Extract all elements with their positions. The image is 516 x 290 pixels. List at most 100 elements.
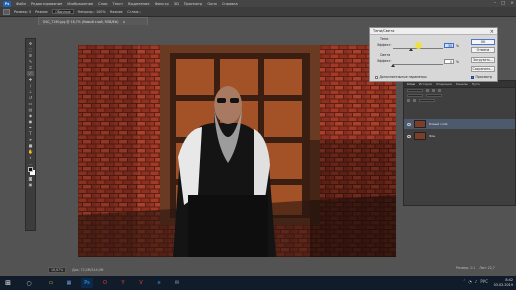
- healing-tool-icon[interactable]: ✚: [27, 77, 34, 82]
- layer-row[interactable]: Фон: [404, 131, 515, 141]
- brush-preset-icon[interactable]: [3, 8, 10, 15]
- menu-filter[interactable]: Фильтр: [155, 2, 169, 6]
- tab-layers[interactable]: Слои: [407, 82, 415, 86]
- lock-pixels-icon[interactable]: [407, 99, 410, 102]
- pressure-option[interactable]: Нажим:: [110, 10, 124, 14]
- doc-info[interactable]: Док: 72,0М/144,0М: [72, 268, 103, 272]
- amount2-slider-track[interactable]: [393, 64, 443, 65]
- amount2-input[interactable]: 0: [444, 59, 454, 64]
- filter-adjust-icon[interactable]: [432, 89, 435, 92]
- menu-select[interactable]: Выделение: [128, 2, 149, 6]
- preview-checkbox-box[interactable]: [471, 75, 474, 79]
- menu-view[interactable]: Просмотр: [184, 2, 202, 6]
- blend-mode-select[interactable]: [407, 94, 423, 97]
- amount1-slider-thumb[interactable]: [408, 48, 413, 51]
- visibility-eye-icon[interactable]: [407, 122, 411, 126]
- history-brush-tool-icon[interactable]: ↺: [27, 95, 34, 100]
- yandex-icon[interactable]: Y: [117, 278, 129, 288]
- quick-select-tool-icon[interactable]: ✎: [27, 59, 34, 64]
- type-tool-icon[interactable]: T: [27, 131, 34, 136]
- eraser-tool-icon[interactable]: ▭: [27, 101, 34, 106]
- zoom-tool-icon[interactable]: ⌕: [27, 155, 34, 160]
- visibility-eye-icon[interactable]: [407, 134, 411, 138]
- opacity-option[interactable]: Непрозр.: 100%: [78, 10, 106, 14]
- size-option[interactable]: Размер: 5: [14, 10, 31, 14]
- tab-channels[interactable]: Каналы: [456, 82, 468, 86]
- filter-pixel-icon[interactable]: [426, 89, 429, 92]
- search-icon[interactable]: ○: [16, 276, 42, 290]
- vivaldi-icon[interactable]: V: [135, 278, 147, 288]
- edge-icon[interactable]: e: [153, 278, 165, 288]
- fill-field[interactable]: [419, 99, 435, 102]
- store-icon[interactable]: ▦: [63, 278, 75, 288]
- menu-image[interactable]: Изображение: [67, 2, 93, 6]
- move-tool-icon[interactable]: ✥: [27, 41, 34, 46]
- close-window-icon[interactable]: ×: [510, 1, 514, 6]
- lock-position-icon[interactable]: [413, 99, 416, 102]
- clone-tool-icon[interactable]: ⊥: [27, 89, 34, 94]
- smoothing-option[interactable]: Сглаж.:: [127, 10, 141, 14]
- cancel-button[interactable]: Отмена: [471, 47, 495, 53]
- preview-checkbox[interactable]: Просмотр: [471, 75, 492, 79]
- opacity-field[interactable]: [426, 94, 442, 97]
- minimize-icon[interactable]: –: [494, 1, 496, 6]
- zoom-field[interactable]: 16,67%: [48, 267, 67, 273]
- foreground-color-swatch[interactable]: [28, 167, 33, 172]
- mode-select[interactable]: Обычные: [52, 9, 74, 14]
- menu-help[interactable]: Справка: [222, 2, 238, 6]
- hand-tool-icon[interactable]: ✋: [27, 149, 34, 154]
- maximize-icon[interactable]: □: [501, 1, 505, 6]
- volume-icon[interactable]: ♪: [475, 279, 478, 284]
- image-canvas[interactable]: [78, 45, 396, 257]
- gradient-tool-icon[interactable]: ▤: [27, 107, 34, 112]
- tab-actions[interactable]: Операции: [436, 82, 452, 86]
- eyedropper-tool-icon[interactable]: ⁄: [27, 71, 34, 76]
- menu-edit[interactable]: Редактирование: [31, 2, 62, 6]
- explorer-icon[interactable]: ▭: [45, 278, 57, 288]
- photoshop-icon[interactable]: Ps: [81, 278, 93, 288]
- path-select-tool-icon[interactable]: ➤: [27, 137, 34, 142]
- mail-icon[interactable]: ✉: [171, 278, 183, 288]
- close-icon[interactable]: ×: [490, 29, 494, 35]
- filter-type-icon[interactable]: [438, 89, 441, 92]
- dialog-titlebar[interactable]: Тени/Света ×: [370, 28, 497, 35]
- tab-paths[interactable]: Пути: [472, 82, 480, 86]
- menu-bar: Ps Файл Редактирование Изображение Слои …: [0, 0, 516, 7]
- screen-mode-icon[interactable]: ▣: [27, 182, 34, 187]
- clock[interactable]: 8:42 03.02.2019: [494, 278, 513, 288]
- tab-history[interactable]: История: [419, 82, 432, 86]
- load-button[interactable]: Загрузить...: [471, 57, 495, 63]
- photoshop-logo-icon[interactable]: Ps: [3, 0, 11, 7]
- document-tab[interactable]: DSC_7190.jpg @ 16,7% (Новый слой, RGB/8#…: [38, 17, 148, 25]
- layer-kind-filter[interactable]: [407, 89, 423, 92]
- save-button[interactable]: Сохранить...: [471, 66, 495, 72]
- brush-tool-icon[interactable]: ∕: [27, 83, 34, 88]
- more-tools-icon[interactable]: …: [27, 161, 34, 166]
- blur-tool-icon[interactable]: ◆: [27, 113, 34, 118]
- pen-tool-icon[interactable]: ✒: [27, 125, 34, 130]
- menu-layer[interactable]: Слои: [98, 2, 107, 6]
- amount1-input[interactable]: 35: [444, 43, 454, 48]
- more-options-checkbox[interactable]: Дополнительные параметры: [375, 75, 427, 79]
- layer-row[interactable]: Новый слой: [404, 119, 515, 129]
- amount2-slider-thumb[interactable]: [391, 64, 395, 67]
- ok-button[interactable]: OK: [471, 39, 495, 45]
- lasso-tool-icon[interactable]: ᘐ: [27, 53, 34, 58]
- close-tab-icon[interactable]: ×: [123, 20, 126, 24]
- opera-icon[interactable]: O: [99, 278, 111, 288]
- language-indicator[interactable]: РУС: [480, 279, 488, 284]
- quick-mask-icon[interactable]: ◙: [27, 176, 34, 181]
- network-icon[interactable]: ◔: [468, 279, 472, 284]
- windows-start-icon[interactable]: ⊞: [0, 276, 16, 290]
- menu-window[interactable]: Окно: [207, 2, 217, 6]
- menu-type[interactable]: Текст: [113, 2, 124, 6]
- menu-file[interactable]: Файл: [16, 2, 26, 6]
- menu-3d[interactable]: 3D: [174, 2, 179, 6]
- marquee-tool-icon[interactable]: ⬚: [27, 47, 34, 52]
- more-options-checkbox-box[interactable]: [375, 75, 378, 79]
- mode-label: Режим:: [35, 9, 49, 14]
- chevron-up-icon[interactable]: ˄: [463, 279, 465, 284]
- dodge-tool-icon[interactable]: ●: [27, 119, 34, 124]
- shape-tool-icon[interactable]: ■: [27, 143, 34, 148]
- crop-tool-icon[interactable]: ⌗: [27, 65, 34, 70]
